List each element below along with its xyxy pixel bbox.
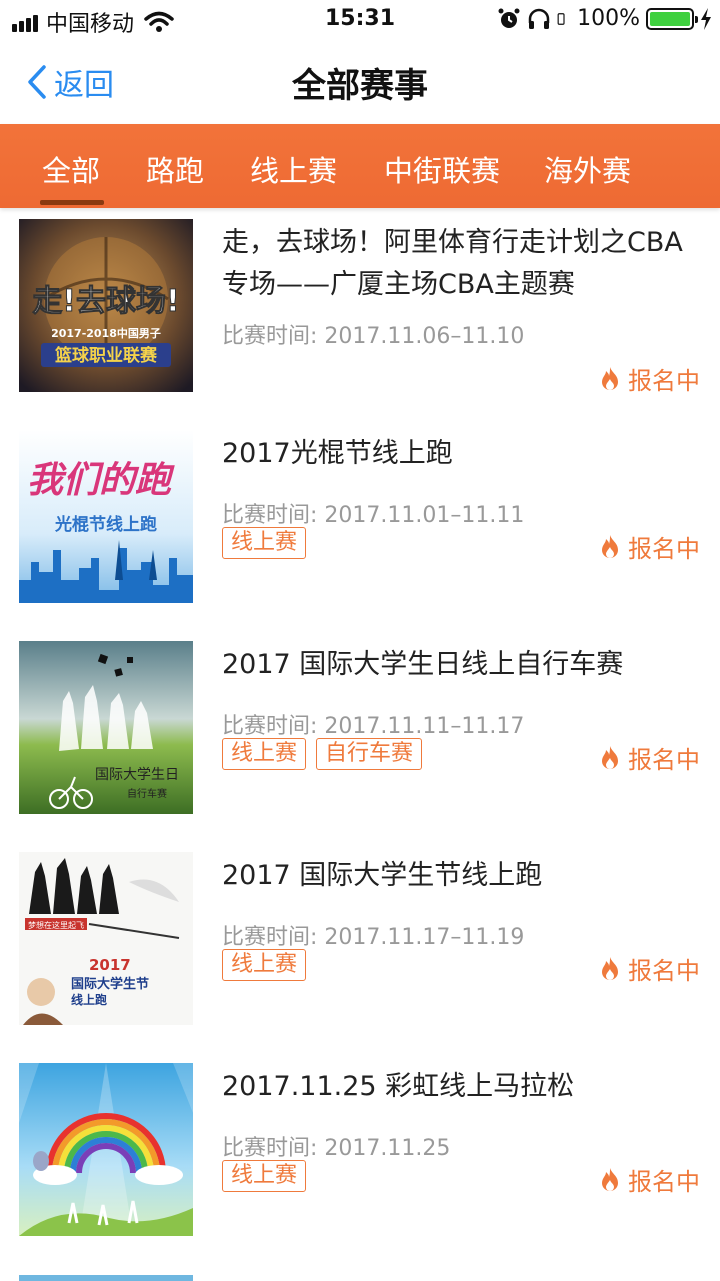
event-date: 比赛时间: 2017.11.17–11.19 [222,925,525,950]
event-title: 2017 国际大学生节线上跑 [222,860,543,891]
event-list-item[interactable]: 梦想在这里起飞 2017 国际大学生节 线上跑 2017 国际大学生节线上跑 比… [0,841,720,1052]
tab-street-league[interactable]: 中街联赛 [384,148,500,190]
battery-percentage: 100% [577,6,640,31]
registration-status: 报名中 [600,361,700,396]
navigation-bar: 返回 全部赛事 [0,40,720,124]
active-tab-indicator [40,200,104,205]
event-date: 比赛时间: 2017.11.11–11.17 [222,714,525,739]
event-tags: 线上赛 [222,949,307,981]
event-tag: 线上赛 [222,949,307,981]
svg-text:国际大学生节: 国际大学生节 [71,976,149,992]
svg-text:2017: 2017 [89,956,131,974]
event-tags: 线上赛 [222,1160,307,1192]
charging-bolt-icon [701,7,711,30]
tab-online-race[interactable]: 线上赛 [250,148,337,190]
event-tags: 线上赛 自行车赛 [222,738,423,770]
alarm-icon [498,8,520,28]
status-label: 报名中 [628,957,700,985]
next-event-thumbnail-partial [19,1275,193,1281]
event-title: 走，去球场！阿里体育行走计划之CBA专场——广厦主场CBA主题赛 [222,227,683,300]
fire-icon [602,534,618,558]
fire-icon [602,1167,618,1191]
tab-overseas[interactable]: 海外赛 [544,148,631,190]
event-thumbnail: 我们的跑 光棍节线上跑 [19,430,193,603]
orientation-lock-icon [557,12,565,25]
status-label: 报名中 [628,535,700,563]
chevron-left-icon [28,65,46,99]
tab-all[interactable]: 全部 [42,148,100,190]
event-thumbnail: 走!去球场! 2017-2018中国男子 篮球职业联赛 [19,219,193,392]
event-date: 比赛时间: 2017.11.06–11.10 [222,324,525,349]
svg-text:光棍节线上跑: 光棍节线上跑 [54,514,157,535]
svg-text:自行车赛: 自行车赛 [127,787,167,800]
registration-status: 报名中 [600,951,700,986]
event-title: 2017 国际大学生日线上自行车赛 [222,649,624,680]
category-tab-bar: 全部 路跑 线上赛 中街联赛 海外赛 [0,124,720,208]
carrier-name: 中国移动 [46,12,135,37]
status-label: 报名中 [628,746,700,774]
event-thumbnail [19,1063,193,1236]
event-title: 2017.11.25 彩虹线上马拉松 [222,1071,575,1102]
status-bar: 中国移动 15:31 100% [0,0,720,40]
event-thumbnail: 国际大学生日 自行车赛 [19,641,193,814]
registration-status: 报名中 [600,529,700,564]
svg-text:篮球职业联赛: 篮球职业联赛 [54,345,158,366]
registration-status: 报名中 [600,740,700,775]
svg-text:线上跑: 线上跑 [71,992,107,1007]
svg-text:我们的跑: 我们的跑 [27,460,175,501]
event-date: 比赛时间: 2017.11.25 [222,1136,451,1161]
fire-icon [602,366,618,390]
back-label: 返回 [54,68,114,103]
svg-text:走!去球场!: 走!去球场! [32,284,179,319]
event-list-item[interactable]: 2017.11.25 彩虹线上马拉松 比赛时间: 2017.11.25 线上赛 … [0,1052,720,1263]
event-title: 2017光棍节线上跑 [222,438,453,469]
event-tag: 线上赛 [222,1160,307,1192]
wifi-icon [144,11,174,32]
battery-icon [646,7,698,30]
svg-text:2017-2018中国男子: 2017-2018中国男子 [51,326,161,340]
registration-status: 报名中 [600,1162,700,1197]
event-tag: 线上赛 [222,738,307,770]
event-list-item[interactable]: 我们的跑 光棍节线上跑 2017光棍节线上跑 比赛时间: 2017.11.01–… [0,419,720,630]
event-list-item[interactable]: 国际大学生日 自行车赛 2017 国际大学生日线上自行车赛 比赛时间: 2017… [0,630,720,841]
status-label: 报名中 [628,1168,700,1196]
event-tags: 线上赛 [222,527,307,559]
event-date: 比赛时间: 2017.11.01–11.11 [222,503,525,528]
event-tag: 线上赛 [222,527,307,559]
event-list-item[interactable]: 走!去球场! 2017-2018中国男子 篮球职业联赛 走，去球场！阿里体育行走… [0,208,720,419]
back-button[interactable]: 返回 [26,60,114,104]
svg-text:梦想在这里起飞: 梦想在这里起飞 [28,920,84,930]
event-tag: 自行车赛 [316,738,423,770]
status-label: 报名中 [628,367,700,395]
fire-icon [602,745,618,769]
headphones-icon [528,8,550,29]
svg-text:国际大学生日: 国际大学生日 [95,767,179,783]
cellular-signal-icon [12,12,38,32]
tab-road-running[interactable]: 路跑 [146,148,204,190]
event-thumbnail: 梦想在这里起飞 2017 国际大学生节 线上跑 [19,852,193,1025]
fire-icon [602,956,618,980]
